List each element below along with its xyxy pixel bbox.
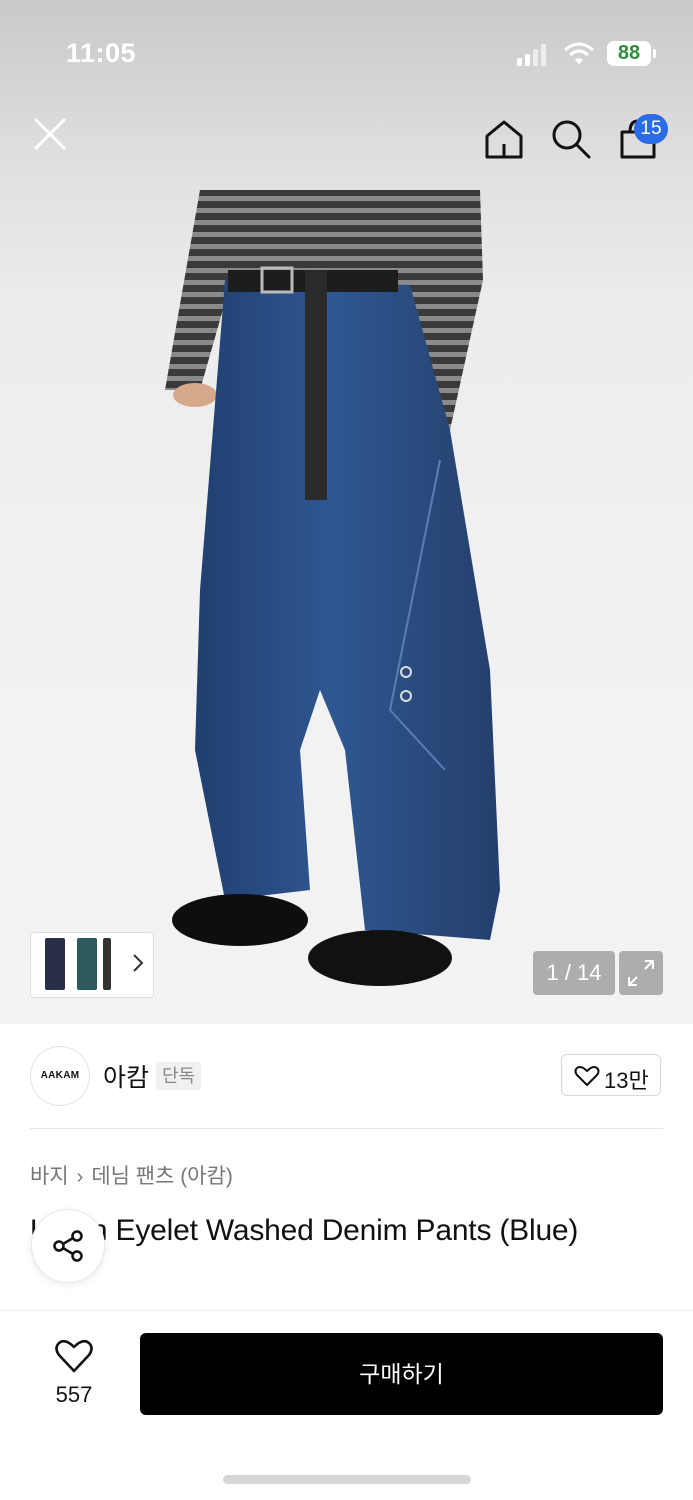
heart-icon xyxy=(574,1066,600,1086)
status-time: 11:05 xyxy=(66,38,137,68)
home-icon[interactable] xyxy=(483,118,525,160)
chevron-right-icon xyxy=(133,954,144,972)
product-photo xyxy=(165,190,500,986)
image-counter: 1 / 14 xyxy=(533,951,615,995)
buy-button[interactable]: 구매하기 xyxy=(140,1333,663,1415)
share-button[interactable] xyxy=(31,1209,105,1283)
home-indicator xyxy=(223,1475,471,1484)
close-icon[interactable] xyxy=(30,114,70,154)
product-image-gallery[interactable]: 11:05 88 15 1 / 14 xyxy=(0,0,693,1024)
thumbnail-image xyxy=(45,938,65,990)
breadcrumb-item[interactable]: 바지 xyxy=(30,1165,69,1188)
divider xyxy=(0,1310,693,1311)
share-icon xyxy=(53,1230,83,1262)
wishlist-count: 557 xyxy=(55,1382,93,1407)
breadcrumb-item[interactable]: 데님 팬츠 (아캄) xyxy=(91,1165,233,1188)
expand-icon xyxy=(628,960,654,986)
wifi-icon xyxy=(564,42,594,64)
chevron-right-icon: › xyxy=(76,1166,84,1188)
wishlist-button[interactable]: 557 xyxy=(40,1338,108,1407)
brand-like-count: 13만 xyxy=(604,1068,649,1093)
exclusive-badge: 단독 xyxy=(156,1062,202,1090)
brand-logo[interactable]: AAKAM xyxy=(30,1046,90,1106)
thumbnail-image xyxy=(77,938,97,990)
cart-count-badge: 15 xyxy=(634,114,668,144)
product-title: Union Eyelet Washed Denim Pants (Blue) xyxy=(30,1214,579,1247)
brand-like-button[interactable]: 13만 xyxy=(561,1054,661,1096)
breadcrumb: 바지 › 데님 팬츠 (아캄) xyxy=(30,1160,233,1190)
brand-name[interactable]: 아캄 xyxy=(103,1058,149,1094)
divider xyxy=(30,1128,663,1129)
thumbnail-strip[interactable] xyxy=(30,932,154,998)
heart-icon xyxy=(55,1339,93,1373)
expand-button[interactable] xyxy=(619,951,663,995)
thumbnail-image xyxy=(103,938,111,990)
cellular-signal-icon xyxy=(517,44,547,66)
battery-indicator: 88 xyxy=(607,41,656,66)
search-icon[interactable] xyxy=(550,118,592,160)
